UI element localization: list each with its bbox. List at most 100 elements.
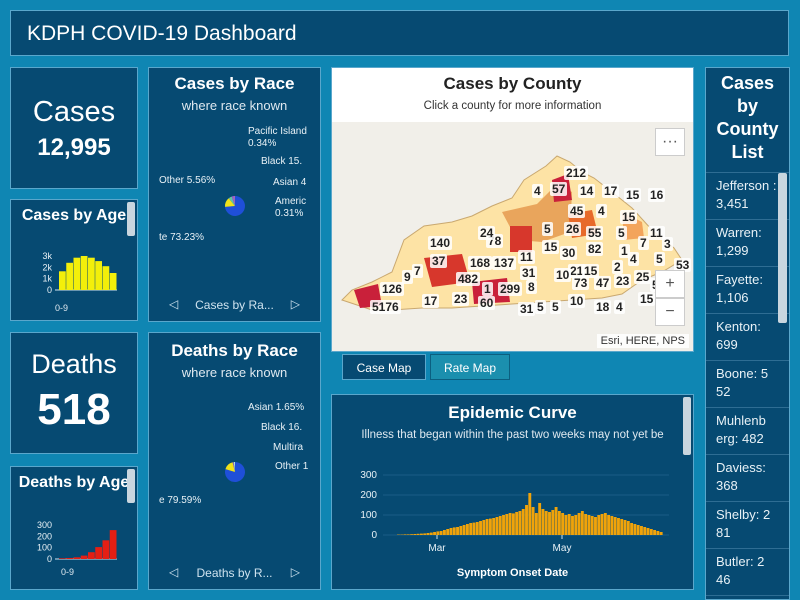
deaths-age-scrollbar[interactable]	[127, 469, 135, 503]
county-case-label[interactable]: 4	[596, 204, 607, 218]
deaths-race-label: Asian 1.65%	[248, 402, 305, 413]
zoom-in-button[interactable]: +	[655, 270, 685, 298]
county-case-label[interactable]: 4	[628, 252, 639, 266]
county-case-label[interactable]: 10	[554, 268, 572, 282]
county-case-label[interactable]: 23	[452, 292, 470, 306]
county-case-label[interactable]: 4	[614, 300, 625, 314]
county-case-label[interactable]: 5	[654, 252, 665, 266]
county-case-label[interactable]: 25	[634, 270, 652, 284]
tab-rate-map[interactable]: Rate Map	[430, 354, 510, 380]
county-case-label[interactable]: 299	[498, 282, 523, 296]
cases-race-label: Pacific Island	[248, 126, 307, 137]
chevron-left-icon[interactable]: ◁	[169, 297, 178, 311]
epidemic-curve-bar	[633, 524, 637, 535]
county-case-label[interactable]: 212	[564, 166, 589, 180]
county-list-item[interactable]: Butler: 2 46	[706, 549, 789, 596]
county-list-item[interactable]: Boone: 5 52	[706, 361, 789, 408]
county-case-label[interactable]: 17	[602, 184, 620, 198]
county-list-item[interactable]: Fayette: 1,106	[706, 267, 789, 314]
chevron-right-icon[interactable]: ▷	[291, 565, 300, 579]
county-case-label[interactable]: 5	[542, 222, 553, 236]
county-case-label[interactable]: 14	[578, 184, 596, 198]
county-case-label[interactable]: 5	[550, 300, 561, 314]
county-case-label[interactable]: 30	[560, 246, 578, 260]
county-case-label[interactable]: 60	[478, 296, 496, 310]
county-case-label[interactable]: 168	[468, 256, 493, 270]
cases-total-panel: Cases 12,995	[10, 67, 138, 189]
cases-age-scrollbar[interactable]	[127, 202, 135, 236]
epidemic-curve-bar	[656, 531, 660, 535]
county-case-label[interactable]: 137	[492, 256, 517, 270]
county-case-label[interactable]: 15	[542, 240, 560, 254]
county-list-item[interactable]: Warren: 1,299	[706, 220, 789, 267]
county-case-label[interactable]: 82	[586, 242, 604, 256]
county-case-label[interactable]: 18	[594, 300, 612, 314]
tab-case-map[interactable]: Case Map	[342, 354, 426, 380]
county-case-label[interactable]: 31	[520, 266, 538, 280]
county-case-label[interactable]: 23	[614, 274, 632, 288]
county-case-label[interactable]: 482	[456, 272, 481, 286]
county-case-label[interactable]: 15	[620, 210, 638, 224]
county-case-label[interactable]: 31	[518, 302, 536, 316]
county-case-label[interactable]: 5	[535, 300, 546, 314]
county-case-label[interactable]: 126	[380, 282, 405, 296]
zoom-out-button[interactable]: −	[655, 298, 685, 326]
county-case-label[interactable]: 3	[662, 237, 673, 251]
cases-age-ytick: 2k	[42, 262, 52, 272]
deaths-age-bar	[73, 557, 81, 559]
county-case-label[interactable]: 73	[572, 276, 590, 290]
epidemic-curve-bar	[462, 525, 466, 535]
epidemic-curve-panel[interactable]: Epidemic Curve Illness that began within…	[331, 394, 694, 590]
epidemic-curve-bar	[557, 511, 561, 535]
county-case-label[interactable]: 8	[526, 280, 537, 294]
county-case-label[interactable]: 140	[428, 236, 453, 250]
cases-race-panel[interactable]: Cases by Race where race known Pacific I…	[148, 67, 321, 322]
county-list-item[interactable]: Muhlenb erg: 482	[706, 408, 789, 455]
epidemic-curve-scrollbar[interactable]	[683, 397, 691, 455]
epidemic-curve-bar	[436, 531, 440, 535]
epidemic-curve-xtick: May	[553, 543, 572, 554]
county-case-label[interactable]: 55	[586, 226, 604, 240]
more-horizontal-icon: ···	[662, 133, 678, 150]
cases-race-label: 0.34%	[248, 138, 277, 149]
county-list-panel[interactable]: Cases by County List Jefferson : 3,451 Wa…	[705, 67, 790, 600]
county-list-item[interactable]: Daviess: 368	[706, 455, 789, 502]
epidemic-curve-bar	[528, 493, 532, 535]
county-case-label[interactable]: 11	[518, 250, 535, 264]
county-case-label[interactable]: 7	[638, 236, 649, 250]
county-case-label[interactable]: 16	[648, 188, 666, 202]
county-case-label[interactable]: 17	[422, 294, 440, 308]
minus-icon: −	[665, 303, 675, 320]
epidemic-curve-bar	[571, 516, 574, 535]
county-case-label[interactable]: 15	[624, 188, 642, 202]
county-case-label[interactable]: 7	[412, 264, 423, 278]
map-options-button[interactable]: ···	[655, 128, 685, 156]
county-case-label[interactable]: 5176	[370, 300, 401, 314]
chevron-right-icon[interactable]: ▷	[291, 297, 300, 311]
county-case-label[interactable]: 45	[568, 204, 586, 218]
deaths-race-panel[interactable]: Deaths by Race where race known Asian 1.…	[148, 332, 321, 590]
county-list-item[interactable]: Kenton: 699	[706, 314, 789, 361]
county-case-label[interactable]: 4	[532, 184, 543, 198]
chevron-left-icon[interactable]: ◁	[169, 565, 178, 579]
deaths-age-bar	[66, 557, 73, 559]
county-case-label[interactable]: 24	[478, 226, 496, 240]
epidemic-curve-bar	[518, 511, 522, 535]
county-case-label[interactable]: 2	[612, 260, 623, 274]
county-case-label[interactable]: 10	[568, 294, 586, 308]
county-case-label[interactable]: 5	[616, 226, 627, 240]
county-case-label[interactable]: 57	[550, 182, 568, 196]
county-case-label[interactable]: 15	[638, 292, 656, 306]
county-list-item[interactable]: Jefferson : 3,451	[706, 173, 789, 220]
cases-age-panel[interactable]: Cases by Age Group 3k2k 1k0 0-9	[10, 199, 138, 321]
county-map[interactable]: 212 57 4 14 17 15 16 45 4 15 5 26 55 78 5 11 24 7 140 15 30 8…	[332, 122, 693, 351]
county-case-label[interactable]: 1	[482, 282, 493, 296]
county-list-item[interactable]: Shelby: 2 81	[706, 502, 789, 549]
county-case-label[interactable]: 37	[430, 254, 448, 268]
epidemic-curve-bar	[640, 526, 643, 535]
county-list-item[interactable]: Hopkins:	[706, 596, 789, 599]
deaths-age-panel[interactable]: Deaths by Age Group 300200 1000 0-9	[10, 466, 138, 590]
county-case-label[interactable]: 47	[594, 276, 612, 290]
county-list-scrollbar[interactable]	[778, 173, 787, 323]
county-case-label[interactable]: 26	[564, 222, 582, 236]
